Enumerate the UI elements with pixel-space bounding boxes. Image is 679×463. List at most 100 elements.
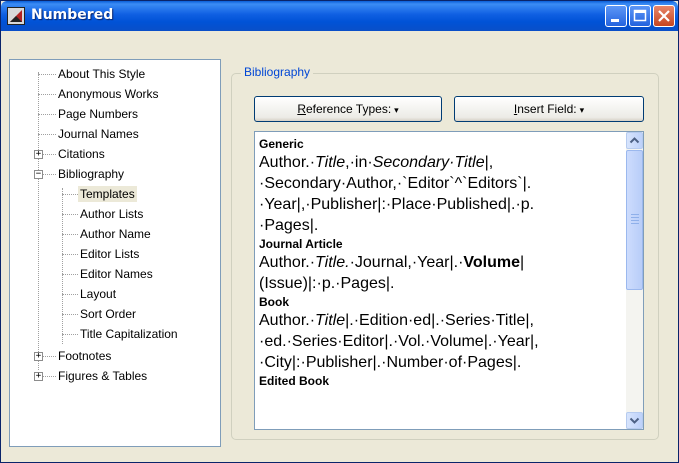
style-sections-tree[interactable]: About This Style Anonymous Works Page Nu…	[9, 59, 221, 447]
template-line[interactable]: ·Secondary·Author,·`Editor`^`Editors`|.	[259, 173, 624, 194]
expand-footnotes-toggle[interactable]: +	[34, 352, 43, 361]
insert-field-label: nsert Field:	[517, 102, 577, 116]
title-bar[interactable]: Numbered	[1, 1, 678, 31]
tree-connector	[62, 214, 78, 215]
template-heading-book: Book	[259, 295, 289, 309]
tree-connector	[62, 254, 78, 255]
template-text: |	[520, 254, 525, 271]
minimize-icon	[611, 19, 619, 22]
reference-types-label: eference Types:	[305, 102, 392, 116]
tree-item-label: Figures & Tables	[58, 369, 148, 383]
tree-connector	[62, 274, 78, 275]
dropdown-arrow-icon: ▾	[394, 105, 399, 115]
template-editor[interactable]: Generic Author.·Title,·in·Secondary·Titl…	[254, 131, 644, 430]
template-text: Author.·	[259, 254, 316, 271]
tree-connector	[62, 294, 78, 295]
tree-item-label: Templates	[78, 186, 137, 202]
tree-item-label: Sort Order	[80, 307, 137, 321]
tree-item-label: Title Capitalization	[80, 327, 178, 341]
tree-item-layout[interactable]: Layout	[78, 284, 118, 304]
tree-item-label: Journal Names	[58, 127, 139, 141]
template-text: |.·Edition·ed|.·Series·Title|,	[345, 312, 534, 329]
minimize-button[interactable]	[605, 5, 627, 27]
scroll-thumb[interactable]	[626, 150, 643, 290]
tree-item-label: Editor Lists	[80, 247, 140, 261]
template-line[interactable]: (Issue)|:·p.·Pages|.	[259, 273, 624, 294]
template-text-italic: Title	[315, 312, 346, 329]
template-text: Author.·	[259, 154, 316, 171]
tree-connector	[62, 194, 78, 195]
template-line[interactable]: ·Pages|.	[259, 215, 624, 236]
tree-item-label: Layout	[80, 287, 117, 301]
tree-item-page-numbers[interactable]: Page Numbers	[56, 104, 140, 124]
tree-item-anonymous-works[interactable]: Anonymous Works	[56, 84, 160, 104]
tree-item-label: Author Lists	[80, 207, 144, 221]
scroll-grip	[631, 223, 639, 224]
reference-types-mnemonic: R	[297, 102, 306, 116]
template-heading-generic: Generic	[259, 137, 304, 151]
tree-item-sort-order[interactable]: Sort Order	[78, 304, 138, 324]
scroll-down-button[interactable]	[626, 412, 643, 429]
tree-item-footnotes[interactable]: Footnotes	[56, 346, 113, 366]
chevron-up-icon	[629, 137, 640, 144]
tree-item-journal-names[interactable]: Journal Names	[56, 124, 141, 144]
tree-item-label: Editor Names	[80, 267, 153, 281]
dropdown-arrow-icon: ▾	[579, 105, 585, 115]
expand-figures-tables-toggle[interactable]: +	[34, 372, 43, 381]
template-text: |,	[484, 154, 494, 171]
tree-item-label: Anonymous Works	[58, 87, 159, 101]
scroll-grip	[631, 217, 639, 218]
tree-item-citations[interactable]: Citations	[56, 144, 107, 164]
tree-item-figures-tables[interactable]: Figures & Tables	[56, 366, 149, 386]
template-text: ·Journal,·Year|.·	[349, 254, 464, 271]
tree-connector	[62, 334, 78, 335]
scroll-grip	[631, 214, 639, 215]
window-title: Numbered	[31, 7, 114, 23]
tree-item-editor-lists[interactable]: Editor Lists	[78, 244, 141, 264]
tree-connector	[38, 74, 56, 75]
template-line[interactable]: Author.·Title.·Journal,·Year|.·Volume|	[259, 252, 624, 273]
reference-types-button[interactable]: Reference Types: ▾	[254, 96, 442, 122]
bibliography-group-label: Bibliography	[241, 65, 314, 79]
template-text: ,·in·	[345, 154, 373, 171]
tree-item-label: About This Style	[58, 67, 146, 81]
tree-connector	[38, 72, 39, 370]
tree-item-label: Author Name	[80, 227, 151, 241]
tree-item-label: Bibliography	[58, 167, 125, 181]
scroll-up-button[interactable]	[626, 132, 643, 149]
template-line[interactable]: ·ed.·Series·Editor|.·Vol.·Volume|.·Year|…	[259, 331, 624, 352]
insert-field-button[interactable]: Insert Field: ▾	[454, 96, 644, 122]
collapse-bibliography-toggle[interactable]: −	[34, 170, 43, 179]
scroll-grip	[631, 220, 639, 221]
tree-item-label: Citations	[58, 147, 105, 161]
tree-connector	[62, 234, 78, 235]
tree-item-author-lists[interactable]: Author Lists	[78, 204, 145, 224]
template-line[interactable]: Author.·Title,·in·Secondary·Title|,	[259, 152, 624, 173]
tree-connector	[38, 134, 56, 135]
template-heading-edited-book: Edited Book	[259, 374, 330, 388]
endnote-app-icon	[7, 7, 25, 25]
tree-connector	[38, 94, 56, 95]
template-line[interactable]: ·Year|,·Publisher|:·Place·Published|.·p.	[259, 194, 624, 215]
close-icon	[658, 10, 670, 22]
tree-item-author-name[interactable]: Author Name	[78, 224, 153, 244]
tree-item-about-this-style[interactable]: About This Style	[56, 64, 147, 84]
tree-item-label: Page Numbers	[58, 107, 139, 121]
template-editor-scrollbar[interactable]	[626, 132, 643, 429]
maximize-icon	[633, 9, 647, 22]
tree-item-editor-names[interactable]: Editor Names	[78, 264, 155, 284]
tree-item-title-capitalization[interactable]: Title Capitalization	[78, 324, 180, 344]
expand-citations-toggle[interactable]: +	[34, 150, 43, 159]
template-text-italic: Title.	[315, 254, 350, 271]
maximize-button[interactable]	[629, 5, 651, 27]
template-heading-journal-article: Journal Article	[259, 237, 343, 251]
template-text-bold: Volume	[463, 254, 521, 271]
tree-item-templates[interactable]: Templates	[78, 184, 137, 204]
template-editor-content[interactable]: Generic Author.·Title,·in·Secondary·Titl…	[259, 136, 624, 389]
tree-item-bibliography[interactable]: Bibliography	[56, 164, 126, 184]
tree-connector	[38, 114, 56, 115]
template-line[interactable]: Author.·Title|.·Edition·ed|.·Series·Titl…	[259, 310, 624, 331]
close-button[interactable]	[653, 5, 675, 27]
tree-item-label: Footnotes	[58, 349, 112, 363]
template-line[interactable]: ·City|:·Publisher|.·Number·of·Pages|.	[259, 352, 624, 373]
